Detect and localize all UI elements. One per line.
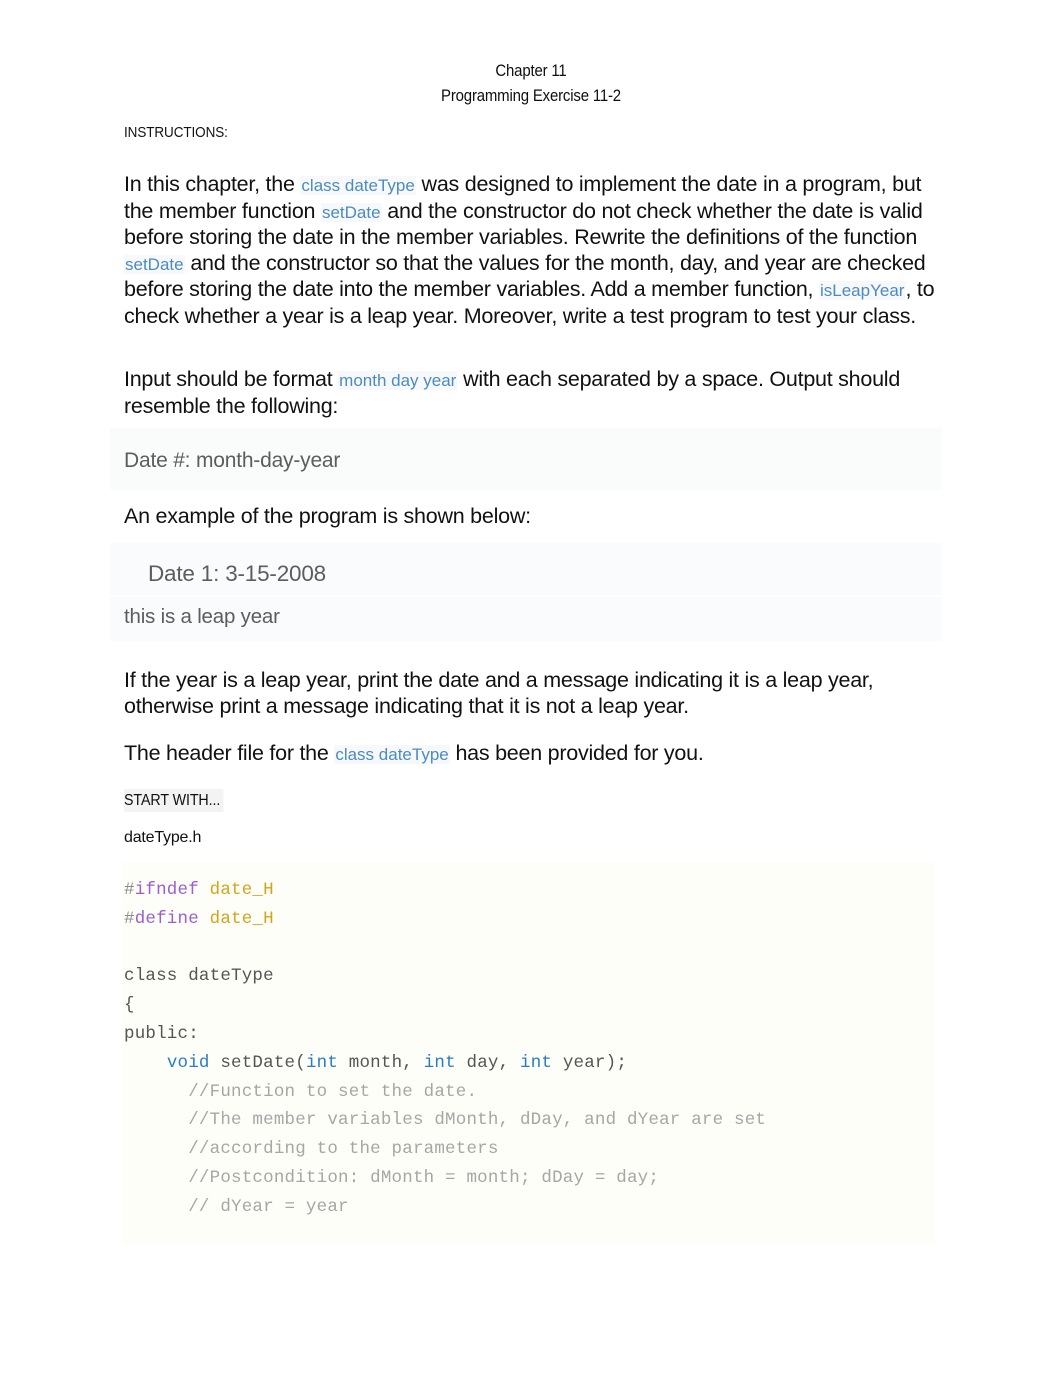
paragraph-3-container: An example of the program is shown below… [124, 504, 940, 530]
inline-code-month-day-year: month day year [338, 371, 458, 390]
paragraph-5: The header file for the class dateType h… [124, 741, 940, 768]
code-token: year); [552, 1052, 628, 1073]
code-token: { [124, 995, 135, 1016]
code-token: ifndef [134, 880, 199, 900]
code-token: date_H [209, 880, 274, 900]
output-format-sample: Date #: month-day-year [124, 449, 341, 472]
inline-code-setdate-2: setDate [124, 254, 185, 274]
code-token: define [134, 908, 199, 929]
code-line [124, 934, 935, 963]
paragraph-5-container: The header file for the class dateType h… [124, 741, 940, 768]
start-with-label: START WITH... [124, 789, 224, 812]
code-line: { [124, 991, 935, 1020]
paragraph-1: In this chapter, the class dateType was … [124, 172, 940, 329]
p2-text-1: Input should be format [124, 367, 339, 391]
example-output-band-1: Date 1: 3-15-2008 [110, 543, 942, 595]
paragraph-4: If the year is a leap year, print the da… [124, 668, 874, 718]
output-format-band: Date #: month-day-year [110, 428, 942, 490]
code-token: void [166, 1052, 210, 1073]
code-token: date_H [209, 908, 274, 929]
p1-text-4: and the constructor so that the values f… [124, 250, 926, 302]
paragraph-3: An example of the program is shown below… [124, 504, 531, 528]
code-token: int [520, 1052, 553, 1073]
code-line: //Postcondition: dMonth = month; dDay = … [124, 1164, 935, 1193]
document-header: Chapter 11 Programming Exercise 11-2 [0, 58, 1062, 108]
code-line: //according to the parameters [124, 1135, 935, 1164]
exercise-subtitle: Programming Exercise 11-2 [441, 86, 621, 105]
code-line: #define date_H [124, 905, 935, 934]
code-token: // dYear = year [124, 1196, 349, 1217]
code-token: public: [124, 1023, 199, 1044]
paragraph-4-container: If the year is a leap year, print the da… [124, 668, 940, 719]
code-token: //Function to set the date. [124, 1081, 478, 1102]
code-token: month, [338, 1052, 424, 1073]
code-line: #ifndef date_H [124, 876, 935, 905]
code-token: class dateType [124, 966, 274, 987]
example-output-line-2: this is a leap year [124, 605, 280, 628]
example-output-line-1: Date 1: 3-15-2008 [148, 561, 326, 586]
code-line: public: [124, 1020, 935, 1049]
code-token: //according to the parameters [124, 1139, 499, 1160]
code-token: int [305, 1052, 339, 1073]
inline-code-setdate-1: setDate [320, 202, 382, 222]
code-line: class dateType [124, 962, 935, 991]
code-token: int [423, 1052, 456, 1073]
chapter-title: Chapter 11 [495, 61, 567, 80]
inline-code-class-datetype-1: class dateType [300, 176, 416, 195]
code-line: //Function to set the date. [124, 1078, 935, 1107]
code-line: //The member variables dMonth, dDay, and… [124, 1106, 935, 1135]
paragraph-1-container: In this chapter, the class dateType was … [124, 172, 940, 329]
document-page: Chapter 11 Programming Exercise 11-2 INS… [0, 0, 1062, 1377]
code-token: day, [455, 1052, 521, 1073]
p5-text-1: The header file for the [124, 741, 335, 765]
instructions-label: INSTRUCTIONS: [124, 124, 228, 141]
code-token: //Postcondition: dMonth = month; dDay = … [124, 1167, 660, 1188]
code-token: # [124, 880, 135, 900]
paragraph-2: Input should be format month day year wi… [124, 367, 940, 419]
paragraph-2-container: Input should be format month day year wi… [124, 367, 940, 419]
code-token: //The member variables dMonth, dDay, and… [124, 1110, 767, 1131]
code-line: void setDate(int month, int day, int yea… [124, 1049, 935, 1078]
example-output-band-2: this is a leap year [110, 597, 942, 641]
inline-code-isleapyear: isLeapYear [818, 281, 906, 300]
p5-text-2: has been provided for you. [449, 741, 704, 765]
inline-code-class-datetype-2: class dateType [334, 745, 450, 764]
code-token: setDate( [209, 1052, 306, 1073]
code-token: # [124, 908, 135, 929]
code-line: // dYear = year [124, 1193, 935, 1222]
p1-text-1: In this chapter, the [124, 172, 301, 196]
code-filename-label: dateType.h [124, 829, 202, 846]
code-block: #ifndef date_H #define date_H class dateT… [122, 862, 935, 1245]
